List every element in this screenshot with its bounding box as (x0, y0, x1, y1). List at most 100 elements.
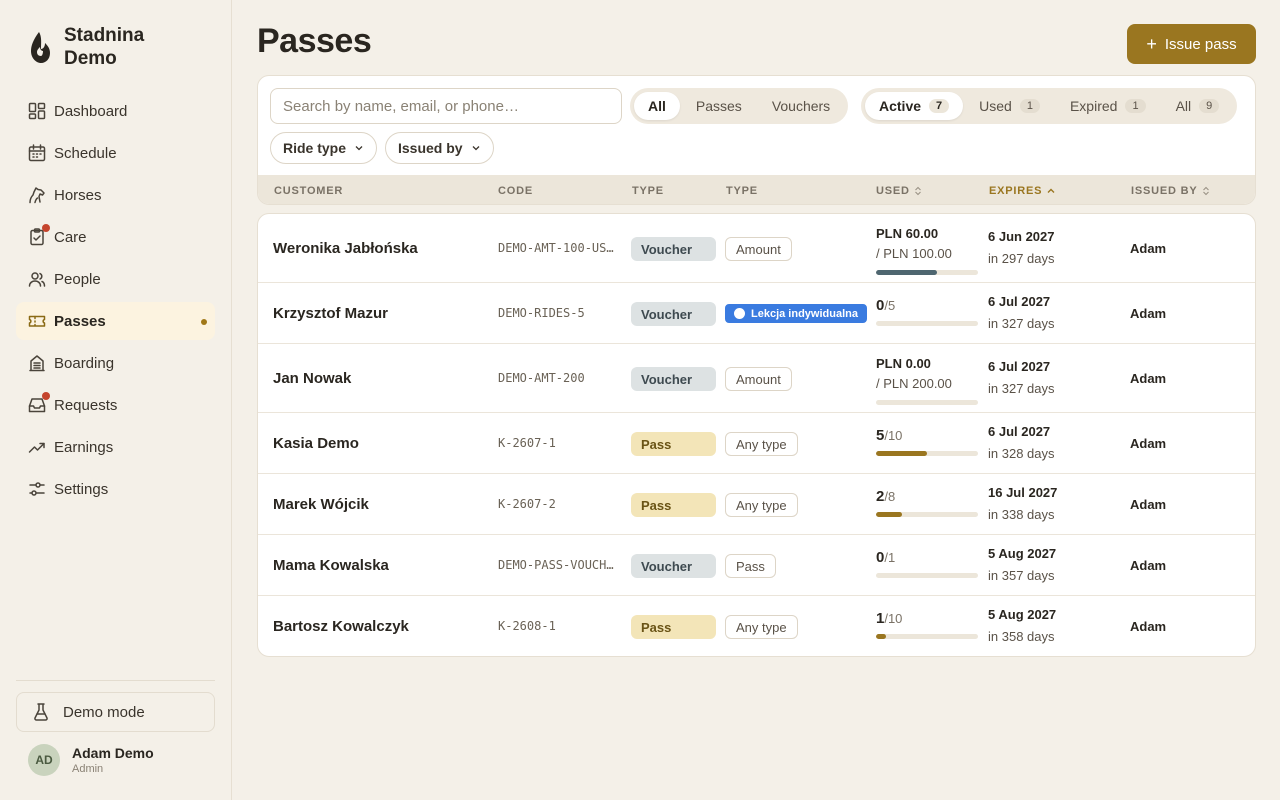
table-row[interactable]: Bartosz Kowalczyk K-2608-1 Pass Any type 1/1… (258, 596, 1255, 656)
table-header: CUSTOMER CODE TYPE TYPE USED EXPIRES ISS… (258, 175, 1255, 204)
sidebar-item-passes[interactable]: Passes (16, 302, 215, 340)
issue-pass-button[interactable]: + Issue pass (1127, 24, 1256, 64)
column-expires-label: EXPIRES (989, 185, 1043, 197)
column-expires[interactable]: EXPIRES (989, 185, 1056, 197)
user-profile[interactable]: AD Adam Demo Admin (28, 744, 154, 776)
table-row[interactable]: Jan Nowak DEMO-AMT-200 Voucher Amount PLN 0.… (258, 344, 1255, 413)
sidebar-item-people[interactable]: People (16, 260, 215, 298)
customer-name[interactable]: Jan Nowak (273, 370, 351, 387)
table-row[interactable]: Weronika Jabłońska DEMO-AMT-100-US… Vouche… (258, 214, 1255, 283)
ticket-icon (27, 311, 47, 331)
pass-type-badge: Pass (631, 615, 716, 639)
issue-pass-label: Issue pass (1164, 35, 1237, 53)
ride-type-tag: Lekcja indywidualna (725, 304, 867, 323)
sidebar-item-horses[interactable]: Horses (16, 176, 215, 214)
chevron-down-icon (355, 146, 363, 151)
status-filter-tabs: Active 7 Used 1 Expired 1 All 9 (861, 88, 1238, 124)
sidebar-item-settings[interactable]: Settings (16, 470, 215, 508)
brand[interactable]: Stadnina Demo (28, 24, 144, 70)
expiry-cell: 16 Jul 2027 in 338 days (988, 483, 1057, 527)
active-indicator-dot (201, 319, 207, 325)
table-row[interactable]: Mama Kowalska DEMO-PASS-VOUCH… Voucher Pass… (258, 535, 1255, 596)
total-count: /5 (884, 298, 896, 313)
calendar-icon (27, 143, 47, 163)
tab-label: All (648, 98, 666, 114)
tab-status-all[interactable]: All 9 (1162, 92, 1234, 120)
ride-type-dropdown[interactable]: Ride type (270, 132, 378, 164)
ride-type-tag: Amount (725, 367, 792, 391)
sidebar-nav: Dashboard Schedule Horses Care People Passes B… (16, 92, 215, 512)
customer-name[interactable]: Kasia Demo (273, 435, 359, 452)
issued-by: Adam (1130, 371, 1167, 386)
column-issued-by[interactable]: ISSUED BY (1131, 185, 1210, 197)
tab-status-expired[interactable]: Expired 1 (1056, 92, 1160, 120)
sidebar-item-care[interactable]: Care (16, 218, 215, 256)
issued-by: Adam (1130, 306, 1167, 321)
column-used[interactable]: USED (876, 185, 922, 197)
expiry-relative: in 327 days (988, 381, 1055, 396)
sidebar-item-requests[interactable]: Requests (16, 386, 215, 424)
demo-mode-button[interactable]: Demo mode (16, 692, 215, 732)
usage-progress-bar (876, 512, 978, 517)
tab-status-active[interactable]: Active 7 (865, 92, 964, 120)
pass-type-badge: Voucher (631, 237, 716, 261)
tab-kind-passes[interactable]: Passes (682, 92, 756, 120)
expiry-date: 5 Aug 2027 (988, 607, 1057, 622)
tab-kind-vouchers[interactable]: Vouchers (758, 92, 844, 120)
table-row[interactable]: Krzysztof Mazur DEMO-RIDES-5 Voucher Lekcja… (258, 283, 1255, 344)
sidebar-item-boarding[interactable]: Boarding (16, 344, 215, 382)
page-title: Passes (257, 22, 372, 60)
ride-type-tag: Any type (725, 432, 798, 456)
sliders-icon (27, 479, 47, 499)
customer-name[interactable]: Marek Wójcik (273, 496, 369, 513)
pass-code: DEMO-AMT-200 (498, 371, 585, 385)
column-issued-by-label: ISSUED BY (1131, 185, 1198, 197)
expiry-cell: 6 Jul 2027 in 328 days (988, 422, 1055, 466)
sort-icon (914, 186, 921, 196)
tab-kind-all[interactable]: All (634, 92, 680, 120)
usage-progress-fill (876, 270, 938, 275)
sidebar-item-dashboard[interactable]: Dashboard (16, 92, 215, 130)
sidebar-item-label: Passes (54, 312, 106, 330)
issued-by: Adam (1130, 436, 1167, 451)
sidebar-item-label: People (54, 270, 101, 288)
total-amount: / PLN 100.00 (876, 246, 952, 261)
expiry-date: 16 Jul 2027 (988, 485, 1058, 500)
tab-status-used[interactable]: Used 1 (965, 92, 1054, 120)
tab-count-badge: 1 (1019, 99, 1040, 113)
ride-type-tag: Any type (725, 615, 798, 639)
logo-icon (31, 32, 50, 63)
pass-code: DEMO-PASS-VOUCH… (498, 558, 614, 572)
customer-name[interactable]: Krzysztof Mazur (273, 305, 388, 322)
table-row[interactable]: Kasia Demo K-2607-1 Pass Any type 5/10 6 Jul … (258, 413, 1255, 474)
expiry-date: 5 Aug 2027 (988, 546, 1057, 561)
customer-name[interactable]: Bartosz Kowalczyk (273, 618, 409, 635)
brand-name-line1: Stadnina (64, 25, 145, 46)
table-row[interactable]: Marek Wójcik K-2607-2 Pass Any type 2/8 16 Ju… (258, 474, 1255, 535)
usage-cell: 5/10 (876, 427, 978, 456)
sidebar-item-earnings[interactable]: Earnings (16, 428, 215, 466)
sidebar-item-schedule[interactable]: Schedule (16, 134, 215, 172)
search-input[interactable] (270, 88, 622, 124)
pass-code: K-2608-1 (498, 619, 556, 633)
column-used-label: USED (876, 185, 910, 197)
clipboard-icon (27, 224, 50, 247)
plus-icon: + (1146, 34, 1157, 54)
sidebar-item-label: Settings (54, 480, 109, 498)
usage-cell: PLN 60.00 / PLN 100.00 (876, 224, 978, 275)
sort-icon (1202, 186, 1209, 196)
user-name: Adam Demo (72, 744, 154, 761)
customer-name[interactable]: Mama Kowalska (273, 557, 389, 574)
ride-type-tag-label: Lekcja indywidualna (751, 307, 858, 320)
notification-dot (42, 392, 50, 400)
issued-by: Adam (1130, 241, 1167, 256)
tab-label: Expired (1069, 98, 1118, 114)
usage-progress-bar (876, 270, 978, 275)
issued-by: Adam (1130, 497, 1167, 512)
customer-name[interactable]: Weronika Jabłońska (273, 240, 418, 257)
tab-label: Vouchers (771, 98, 831, 114)
issued-by-dropdown[interactable]: Issued by (385, 132, 494, 164)
used-amount: PLN 0.00 (876, 356, 931, 371)
sidebar-item-label: Boarding (54, 354, 115, 372)
dashboard-icon (27, 101, 47, 121)
